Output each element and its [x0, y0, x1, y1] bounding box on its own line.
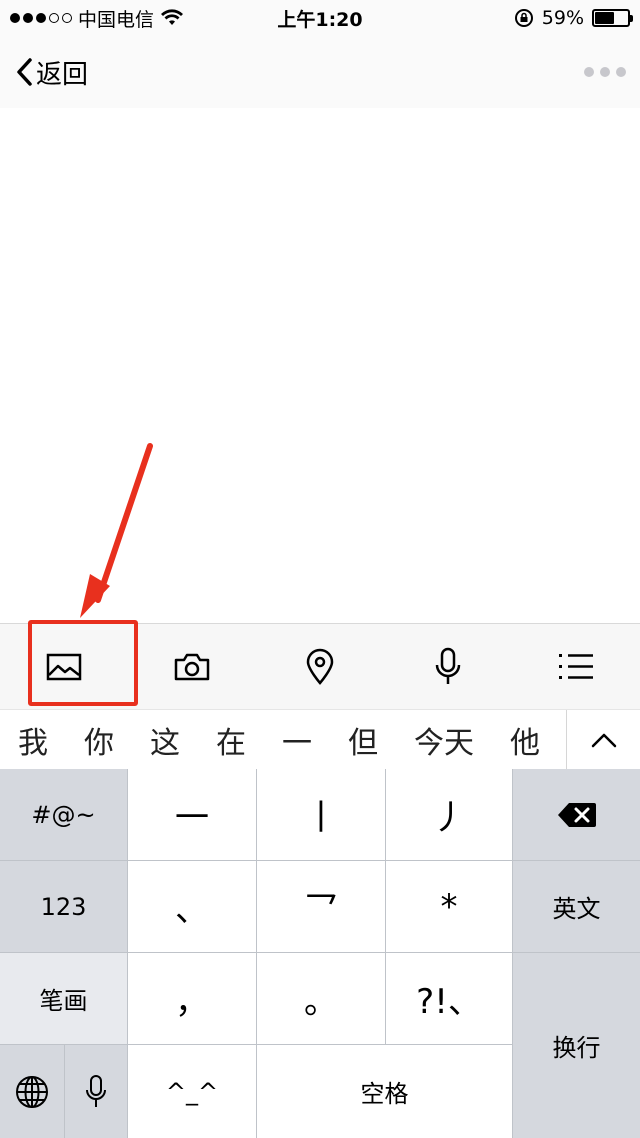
- candidate-expand-button[interactable]: [566, 709, 640, 770]
- delete-key[interactable]: [513, 769, 640, 860]
- candidate-word[interactable]: 这: [150, 718, 196, 762]
- rotation-lock-icon: [514, 9, 533, 27]
- status-left: 中国电信: [10, 5, 184, 32]
- list-button[interactable]: [512, 624, 640, 710]
- voice-button[interactable]: [384, 624, 512, 710]
- editor-toolbar: [0, 623, 640, 709]
- chevron-left-icon: [17, 58, 32, 86]
- dictation-key[interactable]: [65, 1045, 127, 1138]
- period-key[interactable]: 。: [257, 953, 385, 1044]
- red-arrow-annotation: [80, 443, 153, 618]
- camera-button[interactable]: [128, 624, 256, 710]
- candidate-bar: 我 你 这 在 一 但 今天 他: [0, 709, 640, 770]
- wildcard-key[interactable]: *: [386, 861, 512, 952]
- emoticon-key[interactable]: ^_^: [128, 1045, 256, 1138]
- insert-image-button[interactable]: [0, 624, 128, 710]
- english-key[interactable]: 英文: [513, 861, 640, 952]
- candidate-word[interactable]: 在: [216, 718, 262, 762]
- numbers-key[interactable]: 123: [0, 861, 127, 952]
- backspace-icon: [557, 802, 596, 827]
- stroke-heng-key[interactable]: 一: [128, 769, 256, 860]
- punctuation-key[interactable]: ?!、: [386, 953, 512, 1044]
- stroke-mode-key[interactable]: 笔画: [0, 953, 127, 1044]
- location-button[interactable]: [256, 624, 384, 710]
- stroke-keyboard: #@~ 一 丨 丿 123 、 乛 * 英文 笔画 ， 。 ?!、 换行 ^_^…: [0, 769, 640, 1138]
- candidate-word[interactable]: 我: [18, 718, 64, 762]
- candidate-list: 我 你 这 在 一 但 今天 他: [0, 710, 566, 770]
- status-right: 59%: [514, 7, 633, 29]
- battery-fill: [595, 12, 614, 24]
- enter-key[interactable]: 换行: [513, 953, 640, 1138]
- image-icon: [46, 653, 82, 680]
- battery-icon: [592, 9, 633, 27]
- back-button[interactable]: 返回: [14, 54, 88, 91]
- wifi-icon: [161, 9, 184, 25]
- camera-icon: [174, 653, 210, 680]
- comma-key[interactable]: ，: [128, 953, 256, 1044]
- space-key[interactable]: 空格: [257, 1045, 512, 1138]
- location-pin-icon: [306, 648, 334, 685]
- stroke-zhe-key[interactable]: 乛: [257, 861, 385, 952]
- battery-percent: 59%: [541, 7, 584, 29]
- microphone-icon: [86, 1074, 106, 1107]
- candidate-word[interactable]: 你: [84, 718, 130, 762]
- candidate-word[interactable]: 今天: [414, 718, 490, 762]
- candidate-word[interactable]: 他: [510, 718, 556, 762]
- signal-strength-icon: [10, 13, 72, 23]
- carrier-name: 中国电信: [78, 8, 155, 31]
- nav-bar: 返回: [0, 36, 640, 108]
- candidate-word[interactable]: 一: [282, 718, 328, 762]
- more-dots-icon[interactable]: [584, 59, 626, 85]
- chevron-up-icon: [591, 733, 616, 747]
- stroke-shu-key[interactable]: 丨: [257, 769, 385, 860]
- stroke-dian-key[interactable]: 、: [128, 861, 256, 952]
- symbols-key[interactable]: #@~: [0, 769, 127, 860]
- microphone-icon: [435, 647, 461, 684]
- candidate-word[interactable]: 但: [348, 718, 394, 762]
- status-bar: 中国电信 上午1:20 59%: [0, 0, 640, 36]
- globe-key[interactable]: [0, 1045, 64, 1138]
- globe-icon: [16, 1075, 48, 1108]
- back-label: 返回: [36, 59, 89, 90]
- stroke-pie-key[interactable]: 丿: [386, 769, 512, 860]
- list-icon: [559, 653, 593, 679]
